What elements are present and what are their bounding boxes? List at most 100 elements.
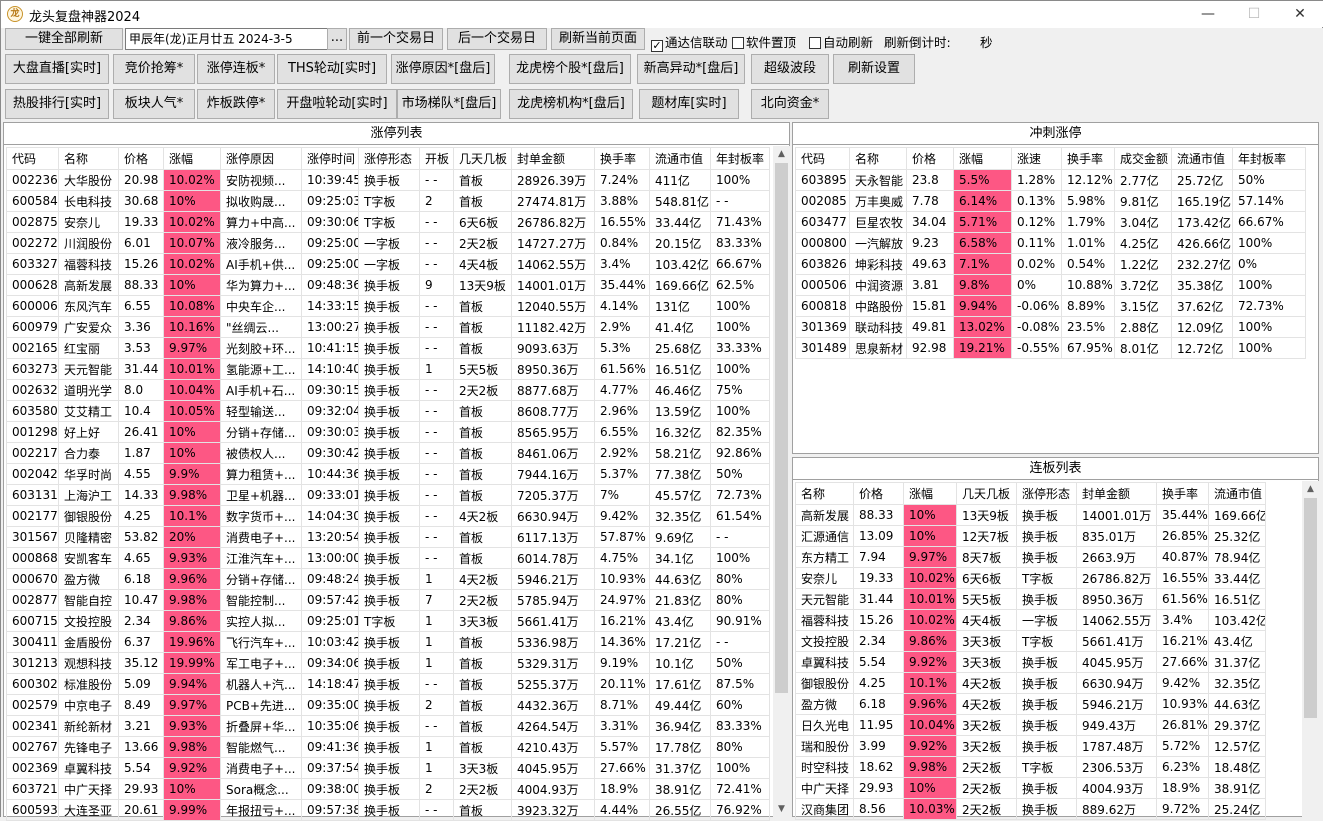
refresh-all-button[interactable]: 一键全部刷新	[5, 28, 123, 50]
tdx-link-checkbox[interactable]: ✓ 通达信联动	[651, 32, 728, 52]
table-row[interactable]: 600302 标准股份 5.09 9.94% 机器人+汽... 14:18:47 换手板 - …	[6, 673, 770, 695]
table-row[interactable]: 603721 中广天择 29.93 10% Sora概念... 09:38:00 换手板 2 2…	[6, 778, 770, 800]
table-row[interactable]: 汉商集团 8.56 10.03% 2天2板 换手板 889.62万 9.72% 25.24亿	[795, 798, 1266, 820]
table-row[interactable]: 002341 新纶新材 3.21 9.93% 折叠屏+华... 10:35:06 换手板 - …	[6, 715, 770, 737]
table-row[interactable]: 301213 观想科技 35.12 19.99% 军工电子+... 09:34:06 换手板…	[6, 652, 770, 674]
table-row[interactable]: 600979 广安爱众 3.36 10.16% "丝绸云... 13:00:27 换手板 - …	[6, 316, 770, 338]
table-row[interactable]: 300411 金盾股份 6.37 19.96% 飞行汽车+... 10:03:42 换手板 1…	[6, 631, 770, 653]
column-header[interactable]: 年封板率	[1232, 147, 1306, 170]
column-header[interactable]: 名称	[849, 147, 907, 170]
column-header[interactable]: 封单金额	[1076, 482, 1157, 505]
table-row[interactable]: 600715 文投控股 2.34 9.86% 实控人拟... 09:25:01 T字板 1 3天…	[6, 610, 770, 632]
column-header[interactable]: 名称	[58, 147, 119, 170]
toolbar2-button-4[interactable]: 涨停原因*[盘后]	[391, 54, 495, 84]
table-row[interactable]: 603477 巨星农牧 34.04 5.71% 0.12% 1.79% 3.04亿 173.4…	[795, 211, 1306, 233]
scrollbar-thumb[interactable]	[775, 163, 788, 693]
table-row[interactable]: 301567 贝隆精密 53.82 20% 消费电子+... 13:20:54 换手板 - -…	[6, 526, 770, 548]
toolbar3-button-6[interactable]: 题材库[实时]	[639, 89, 739, 119]
prev-trading-day-button[interactable]: 前一个交易日	[349, 28, 443, 50]
table-row[interactable]: 002369 卓翼科技 5.54 9.92% 消费电子+... 09:37:54 换手板 1 3…	[6, 757, 770, 779]
toolbar3-button-5[interactable]: 龙虎榜机构*[盘后]	[509, 89, 633, 119]
column-header[interactable]: 代码	[6, 147, 59, 170]
column-header[interactable]: 开板	[419, 147, 454, 170]
column-header[interactable]: 流通市值	[649, 147, 711, 170]
table-row[interactable]: 001298 好上好 26.41 10% 分销+存储... 09:30:03 换手板 - -首…	[6, 421, 770, 443]
column-header[interactable]: 封单金额	[511, 147, 595, 170]
table-row[interactable]: 002042 华孚时尚 4.55 9.9% 算力租赁+... 10:44:36 换手板 - -…	[6, 463, 770, 485]
toolbar2-button-2[interactable]: 涨停连板*	[197, 54, 275, 84]
column-header[interactable]: 涨幅	[903, 482, 957, 505]
table-row[interactable]: 002177 御银股份 4.25 10.1% 数字货币+... 14:04:30 换手板 - …	[6, 505, 770, 527]
column-header[interactable]: 价格	[118, 147, 164, 170]
toolbar2-button-6[interactable]: 新高异动*[盘后]	[637, 54, 745, 84]
toolbar2-button-3[interactable]: THS轮动[实时]	[277, 54, 387, 84]
toolbar2-button-0[interactable]: 大盘直播[实时]	[5, 54, 109, 84]
table-row[interactable]: 002165 红宝丽 3.53 9.97% 光刻胶+环... 10:41:15 换手板 - -…	[6, 337, 770, 359]
column-header[interactable]: 涨幅	[953, 147, 1012, 170]
table-row[interactable]: 002085 万丰奥威 7.78 6.14% 0.13% 5.98% 9.81亿 165.19…	[795, 190, 1306, 212]
table-row[interactable]: 002217 合力泰 1.87 10% 被债权人... 09:30:42 换手板 - - 首板 8…	[6, 442, 770, 464]
table-row[interactable]: 603826 坤彩科技 49.63 7.1% 0.02% 0.54% 1.22亿 232.27…	[795, 253, 1306, 275]
table-row[interactable]: 000868 安凯客车 4.65 9.93% 江淮汽车+... 13:00:00 换手板 - …	[6, 547, 770, 569]
table-row[interactable]: 000506 中润资源 3.81 9.8% 0% 10.88% 3.72亿 35.38亿 100…	[795, 274, 1306, 296]
table-row[interactable]: 002236 大华股份 20.98 10.02% 安防视频... 10:39:45 换手板 -…	[6, 169, 770, 191]
refresh-page-button[interactable]: 刷新当前页面	[551, 28, 645, 50]
scroll-up-icon[interactable]: ▲	[773, 146, 790, 162]
table-row[interactable]: 603580 艾艾精工 10.4 10.05% 轻型输送... 09:32:04 换手板 - …	[6, 400, 770, 422]
column-header[interactable]: 换手率	[1156, 482, 1209, 505]
table-row[interactable]: 福蓉科技 15.26 10.02% 4天4板 一字板 14062.55万 3.4% 103.4…	[795, 609, 1266, 631]
table-row[interactable]: 002877 智能自控 10.47 9.98% 智能控制... 09:57:42 换手板 7 2…	[6, 589, 770, 611]
always-on-top-checkbox[interactable]: 软件置顶	[732, 32, 796, 51]
date-input[interactable]: 甲辰年(龙)正月廿五 2024-3-5	[125, 28, 329, 50]
column-header[interactable]: 涨停原因	[220, 147, 302, 170]
table-row[interactable]: 高新发展 88.33 10% 13天9板 换手板 14001.01万 35.44% 169.6…	[795, 504, 1266, 526]
table-row[interactable]: 603327 福蓉科技 15.26 10.02% AI手机+供... 09:25:00 一字…	[6, 253, 770, 275]
table-row[interactable]: 603895 天永智能 23.8 5.5% 1.28% 12.12% 2.77亿 25.72亿…	[795, 169, 1306, 191]
table-row[interactable]: 安奈儿 19.33 10.02% 6天6板 T字板 26786.82万 16.55% 33.4…	[795, 567, 1266, 589]
scroll-down-icon[interactable]: ▼	[773, 801, 790, 817]
column-header[interactable]: 几天几板	[453, 147, 512, 170]
toolbar3-button-3[interactable]: 开盘啦轮动[实时]	[277, 89, 397, 119]
table-row[interactable]: 002632 道明光学 8.0 10.04% AI手机+石... 09:30:15 换手板 -…	[6, 379, 770, 401]
column-header[interactable]: 几天几板	[956, 482, 1017, 505]
column-header[interactable]: 涨停时间	[301, 147, 359, 170]
column-header[interactable]: 成交金额	[1114, 147, 1172, 170]
table-row[interactable]: 600818 中路股份 15.81 9.94% -0.06% 8.89% 3.15亿 37.6…	[795, 295, 1306, 317]
consecutive-scrollbar[interactable]: ▲	[1302, 481, 1319, 817]
toolbar3-button-2[interactable]: 炸板跌停*	[197, 89, 275, 119]
table-row[interactable]: 002875 安奈儿 19.33 10.02% 算力+中高... 09:30:06 T字板 -…	[6, 211, 770, 233]
column-header[interactable]: 价格	[853, 482, 904, 505]
table-row[interactable]: 日久光电 11.95 10.04% 3天2板 换手板 949.43万 26.81% 29.37…	[795, 714, 1266, 736]
table-row[interactable]: 盈方微 6.18 9.96% 4天2板 换手板 5946.21万 10.93% 44.63亿	[795, 693, 1266, 715]
toolbar3-button-1[interactable]: 板块人气*	[113, 89, 195, 119]
column-header[interactable]: 涨停形态	[358, 147, 420, 170]
table-row[interactable]: 002272 川润股份 6.01 10.07% 液冷服务... 09:25:00 一字板 - …	[6, 232, 770, 254]
table-row[interactable]: 中广天择 29.93 10% 2天2板 换手板 4004.93万 18.9% 38.91亿	[795, 777, 1266, 799]
table-row[interactable]: 东方精工 7.94 9.97% 8天7板 换手板 2663.9万 40.87% 78.94亿	[795, 546, 1266, 568]
toolbar2-button-7[interactable]: 超级波段	[751, 54, 829, 84]
table-row[interactable]: 御银股份 4.25 10.1% 4天2板 换手板 6630.94万 9.42% 32.35亿	[795, 672, 1266, 694]
close-icon[interactable]: ✕	[1277, 1, 1323, 27]
column-header[interactable]: 年封板率	[710, 147, 770, 170]
maximize-icon[interactable]: ☐	[1231, 1, 1277, 27]
table-row[interactable]: 000628 高新发展 88.33 10% 华为算力+... 09:48:36 换手板 9 13…	[6, 274, 770, 296]
toolbar3-button-0[interactable]: 热股排行[实时]	[5, 89, 109, 119]
toolbar3-button-4[interactable]: 市场梯队*[盘后]	[397, 89, 501, 119]
table-row[interactable]: 002767 先锋电子 13.66 9.98% 智能燃气... 09:41:36 换手板 1 首…	[6, 736, 770, 758]
table-row[interactable]: 301489 思泉新材 92.98 19.21% -0.55% 67.95% 8.01亿 12…	[795, 337, 1306, 359]
limit-up-scrollbar[interactable]: ▲ ▼	[773, 146, 790, 817]
column-header[interactable]: 流通市值	[1171, 147, 1233, 170]
table-row[interactable]: 瑞和股份 3.99 9.92% 3天2板 换手板 1787.48万 5.72% 12.57亿	[795, 735, 1266, 757]
table-row[interactable]: 002579 中京电子 8.49 9.97% PCB+先进... 09:35:00 换手板 2…	[6, 694, 770, 716]
toolbar3-button-7[interactable]: 北向资金*	[751, 89, 829, 119]
table-row[interactable]: 卓翼科技 5.54 9.92% 3天3板 换手板 4045.95万 27.66% 31.37亿	[795, 651, 1266, 673]
table-row[interactable]: 000670 盈方微 6.18 9.96% 分销+存储... 09:48:24 换手板 1 4天…	[6, 568, 770, 590]
column-header[interactable]: 换手率	[594, 147, 650, 170]
column-header[interactable]: 换手率	[1061, 147, 1115, 170]
table-row[interactable]: 000800 一汽解放 9.23 6.58% 0.11% 1.01% 4.25亿 426.66…	[795, 232, 1306, 254]
table-row[interactable]: 603273 天元智能 31.44 10.01% 氢能源+工... 14:10:40 换手板…	[6, 358, 770, 380]
next-trading-day-button[interactable]: 后一个交易日	[447, 28, 547, 50]
minimize-icon[interactable]: —	[1185, 1, 1231, 27]
table-row[interactable]: 600006 东风汽车 6.55 10.08% 中央车企... 14:33:15 换手板 - …	[6, 295, 770, 317]
column-header[interactable]: 名称	[795, 482, 854, 505]
